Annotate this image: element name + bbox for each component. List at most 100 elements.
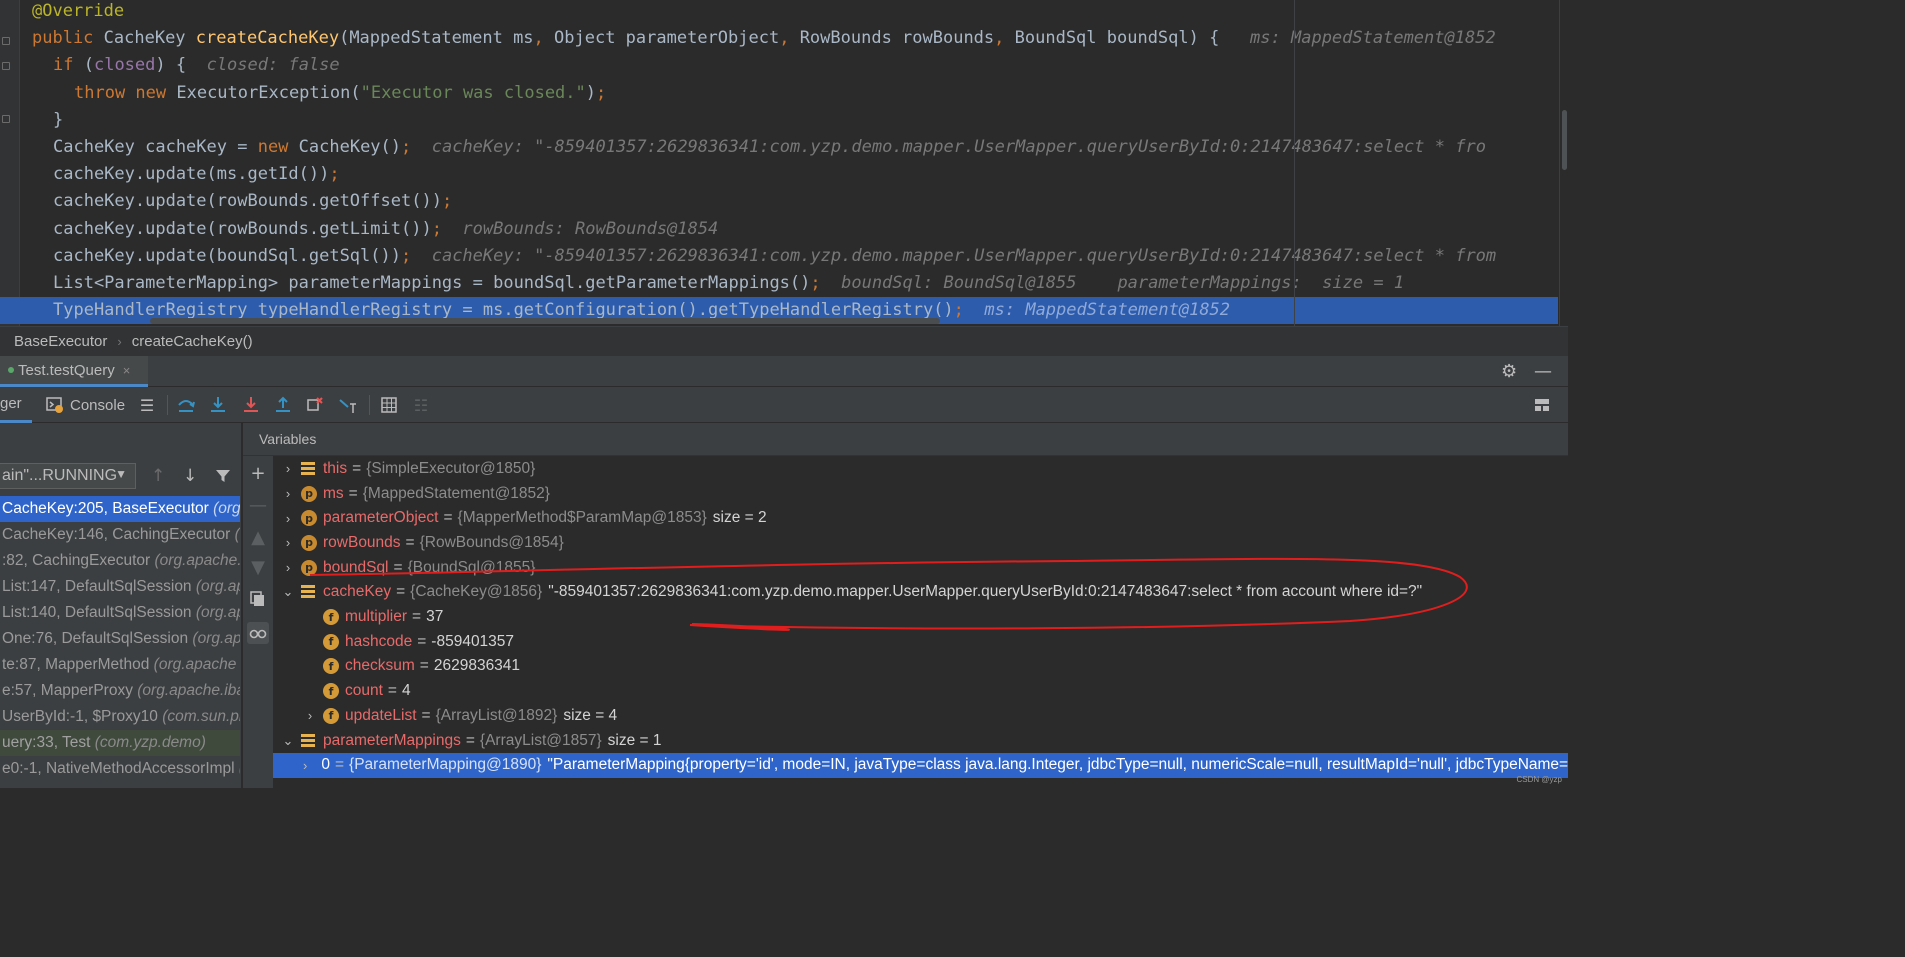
layout-lines-icon[interactable]: ☰ <box>137 395 157 415</box>
inline-debug-value: closed: false <box>186 55 340 76</box>
editor-vertical-scrollbar[interactable] <box>1559 0 1568 326</box>
variable-row[interactable]: f multiplier = 37 <box>273 605 1568 630</box>
code-token: Object parameterObject <box>554 28 780 49</box>
debug-session-tab[interactable]: Test.testQuery × <box>0 356 149 387</box>
step-out-icon[interactable] <box>273 395 293 415</box>
code-token: ( <box>83 55 94 76</box>
run-to-cursor-icon[interactable] <box>338 395 358 415</box>
parameter-icon: p <box>301 534 317 551</box>
stack-frame-item[interactable]: :82, CachingExecutor (org.apache.i <box>0 548 240 574</box>
stack-frame-class: ( <box>239 760 240 777</box>
stack-frame-class: (org.apache.iba <box>137 682 240 699</box>
filter-icon[interactable] <box>215 468 231 484</box>
stack-frame-item[interactable]: One:76, DefaultSqlSession (org.apa <box>0 626 240 652</box>
variable-row[interactable]: › 0 = {ParameterMapping@1890} "ParameterMapp… <box>273 752 1568 778</box>
variable-row[interactable]: › p rowBounds = {RowBounds@1854} <box>273 531 1568 556</box>
fold-marker-icon[interactable] <box>2 115 10 123</box>
code-token: new <box>257 137 299 157</box>
variable-row[interactable]: › p boundSql = {BoundSql@1855} <box>273 555 1568 580</box>
stack-frame-class: (org.apache <box>153 656 237 673</box>
field-icon: f <box>323 609 339 626</box>
stack-frame-item[interactable]: List:140, DefaultSqlSession (org.ap <box>0 600 240 626</box>
layout-settings-icon[interactable] <box>1532 395 1552 415</box>
stack-frame-method: CacheKey:205, BaseExecutor <box>2 500 214 517</box>
variable-row[interactable]: › p parameterObject = {MapperMethod$ParamMap… <box>273 506 1568 531</box>
arrow-down-icon[interactable]: ↓ <box>183 466 197 486</box>
chevron-right-icon[interactable]: › <box>281 535 295 550</box>
inline-debug-value: cacheKey: "-859401357:2629836341:com.yzp… <box>411 245 1497 266</box>
variable-row[interactable]: f hashcode = -859401357 <box>273 629 1568 654</box>
equals-sign: = <box>396 583 406 601</box>
thread-select[interactable]: ain"...RUNNING ▼ <box>0 463 136 489</box>
minimize-icon[interactable]: — <box>1534 361 1552 382</box>
variable-type: {MappedStatement@1852} <box>362 484 550 502</box>
breadcrumb-method[interactable]: createCacheKey() <box>132 333 253 350</box>
fold-marker-icon[interactable] <box>2 62 10 70</box>
close-icon[interactable]: × <box>123 363 131 378</box>
variable-row[interactable]: › p ms = {MappedStatement@1852} <box>273 481 1568 506</box>
force-step-into-icon[interactable] <box>241 395 261 415</box>
variable-row[interactable]: ⌄ parameterMappings = {ArrayList@1857} size … <box>273 728 1568 753</box>
variable-row[interactable]: f checksum = 2629836341 <box>273 654 1568 679</box>
variable-value: 37 <box>426 608 444 626</box>
tab-console[interactable]: Console <box>46 387 125 423</box>
equals-sign: = <box>334 756 345 774</box>
chevron-right-icon[interactable]: › <box>281 560 295 575</box>
breadcrumb-file[interactable]: BaseExecutor <box>14 333 107 350</box>
variable-row[interactable]: › f updateList = {ArrayList@1892} size = 4 <box>273 704 1568 729</box>
variable-row[interactable]: f count = 4 <box>273 679 1568 704</box>
stack-frame-item[interactable]: UserById:-1, $Proxy10 (com.sun.pr <box>0 704 240 730</box>
code-token: @Override <box>32 1 125 21</box>
code-token: "Executor was closed." <box>360 82 586 103</box>
stack-frame-item[interactable]: e:57, MapperProxy (org.apache.iba <box>0 678 240 704</box>
thread-select-value: ain"...RUNNING <box>2 467 118 484</box>
code-token: cacheKey.update(boundSql.getSql()) <box>53 245 401 266</box>
equals-sign: = <box>412 608 422 626</box>
glasses-icon[interactable] <box>247 622 269 644</box>
variables-tree[interactable]: › this = {SimpleExecutor@1850} › p ms = {MappedS… <box>273 456 1568 788</box>
add-watch-icon[interactable]: + <box>247 462 269 484</box>
arrow-up-icon: ↑ <box>151 466 166 486</box>
stack-frame-method: List:140, DefaultSqlSession <box>2 604 196 621</box>
code-line: cacheKey.update(rowBounds.getLimit()); r… <box>53 216 718 243</box>
stack-frame-item[interactable]: e0:-1, NativeMethodAccessorImpl ( <box>0 756 240 782</box>
chevron-down-icon[interactable]: ⌄ <box>281 733 295 749</box>
stack-frame-method: uery:33, Test <box>2 734 95 751</box>
variable-row[interactable]: › this = {SimpleExecutor@1850} <box>273 457 1568 482</box>
stack-frame-class: (org.apache.i <box>154 552 240 569</box>
code-token: } <box>53 109 64 130</box>
evaluate-expression-icon[interactable] <box>379 395 399 415</box>
tab-debugger[interactable]: ger <box>0 387 32 423</box>
stack-frame-method: UserById:-1, $Proxy10 <box>2 708 163 725</box>
chevron-right-icon[interactable]: › <box>303 708 317 723</box>
chevron-right-icon[interactable]: › <box>281 461 295 476</box>
chevron-right-icon[interactable]: › <box>281 486 295 501</box>
variable-row[interactable]: ⌄ cacheKey = {CacheKey@1856} "-859401357:262… <box>273 580 1568 605</box>
code-line: throw new ExecutorException("Executor wa… <box>74 80 606 107</box>
stack-frame-item[interactable]: te:87, MapperMethod (org.apache <box>0 652 240 678</box>
code-token: ; <box>810 273 821 293</box>
variable-type: {CacheKey@1856} <box>410 583 543 601</box>
editor-horizontal-scrollbar[interactable] <box>150 318 940 324</box>
code-line: CacheKey cacheKey = new CacheKey(); cach… <box>53 134 1486 161</box>
gear-icon[interactable]: ⚙ <box>1501 361 1517 382</box>
inline-debug-value: rowBounds: RowBounds@1854 <box>441 218 719 239</box>
fold-marker-icon[interactable] <box>2 37 10 45</box>
equals-sign: = <box>387 682 397 700</box>
chevron-right-icon[interactable]: › <box>303 758 307 773</box>
code-token: BoundSql boundSql) { <box>1014 28 1220 49</box>
stack-frame-item[interactable]: CacheKey:205, BaseExecutor (org.a <box>0 496 240 522</box>
drop-frame-icon[interactable] <box>305 395 325 415</box>
code-token: cacheKey.update(rowBounds.getLimit()) <box>53 218 432 239</box>
stack-frame-item[interactable]: List:147, DefaultSqlSession (org.ap <box>0 574 240 600</box>
stack-frame-item[interactable]: CacheKey:146, CachingExecutor (o <box>0 522 240 548</box>
chevron-right-icon[interactable]: › <box>281 511 295 526</box>
code-editor[interactable]: @Override public CacheKey createCacheKey(… <box>0 0 1568 326</box>
stack-frame-item[interactable]: uery:33, Test (com.yzp.demo) <box>0 730 240 756</box>
parameter-icon: p <box>301 510 317 527</box>
step-over-icon[interactable] <box>176 395 196 415</box>
variables-header: Variables <box>243 423 1568 456</box>
copy-icon[interactable] <box>247 588 269 610</box>
step-into-icon[interactable] <box>208 395 228 415</box>
chevron-down-icon[interactable]: ⌄ <box>281 584 295 600</box>
